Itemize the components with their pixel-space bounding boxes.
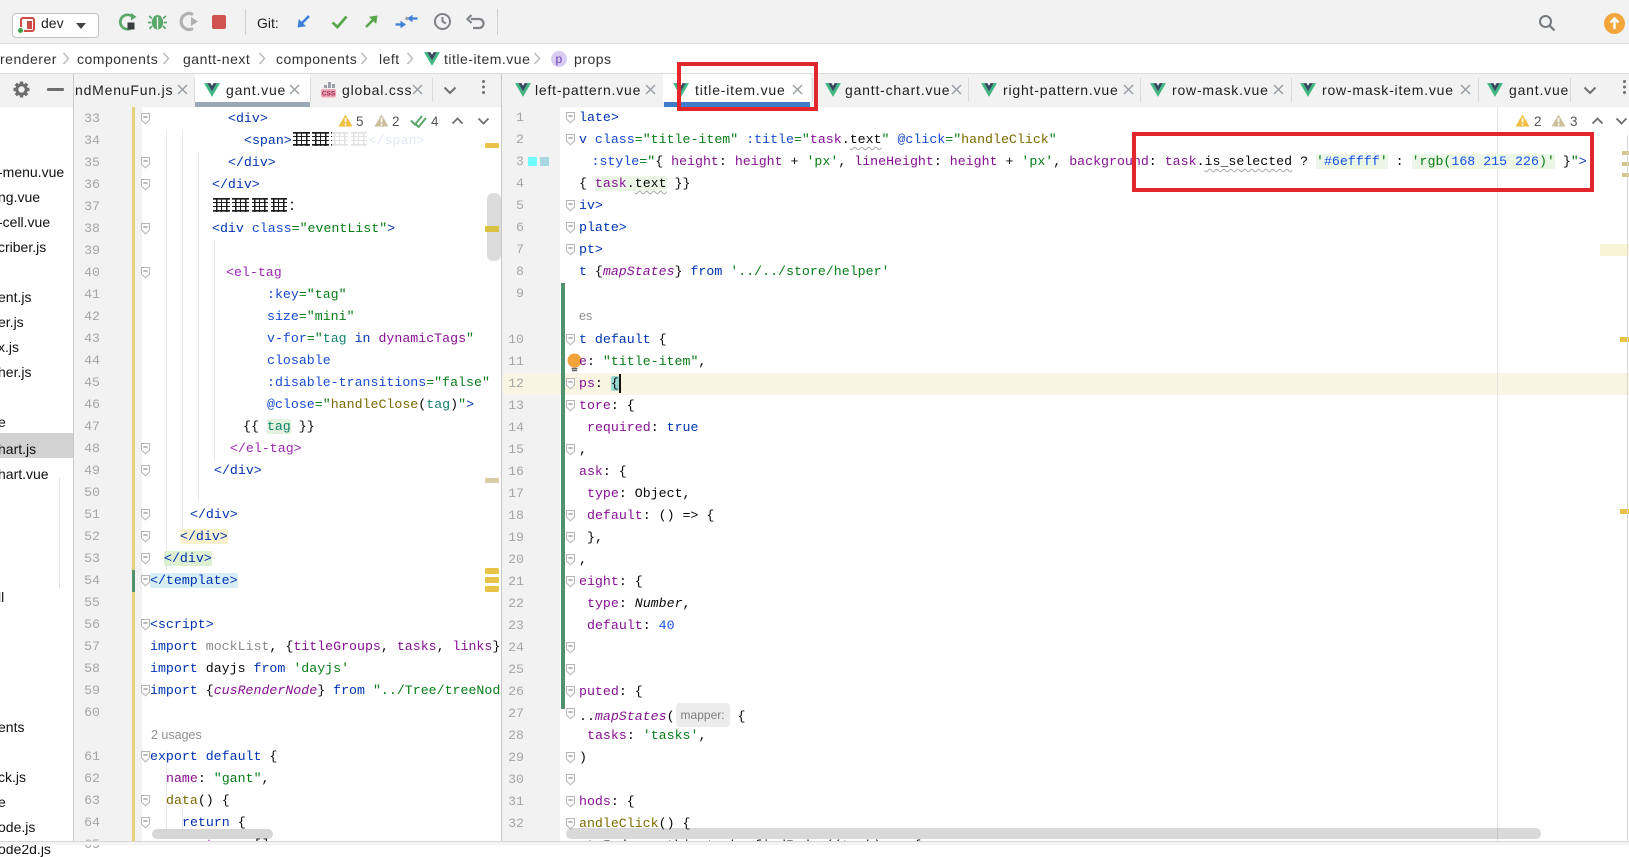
svg-text:CSS: CSS	[322, 91, 336, 98]
